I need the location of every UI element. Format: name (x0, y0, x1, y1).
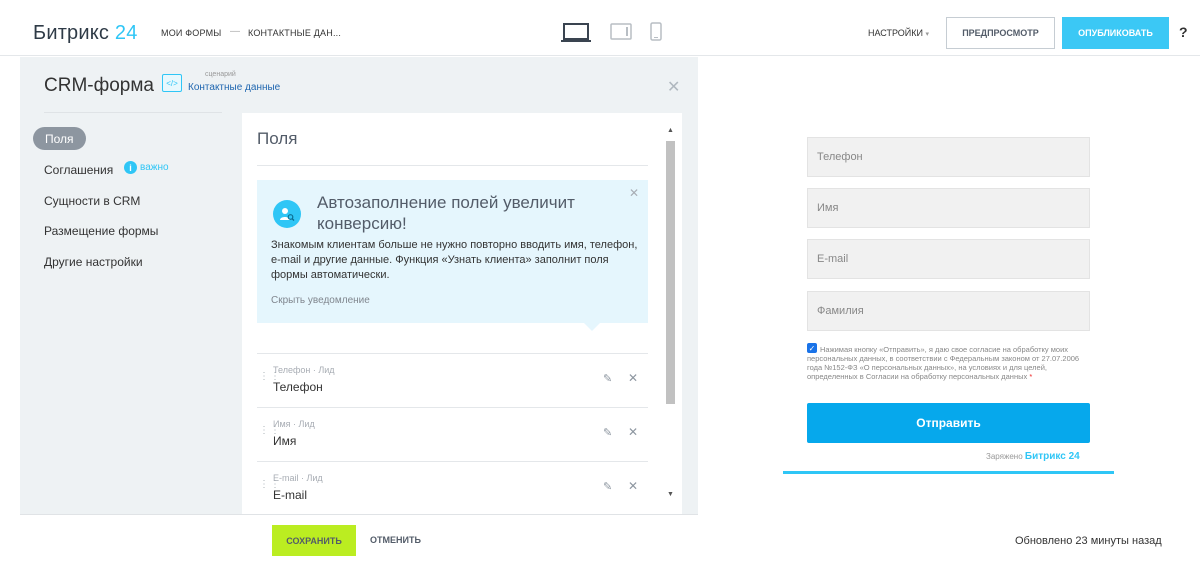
delete-icon[interactable]: ✕ (628, 425, 638, 439)
divider (44, 112, 222, 113)
field-name: Имя (273, 434, 297, 448)
logo-text: Битрикс (33, 22, 110, 44)
bitrix24-logo[interactable]: Битрикс 24 (33, 22, 138, 45)
crm-form-panel: CRM-форма </> сценарий Контактные данные… (20, 57, 698, 514)
panel-title: CRM-форма (44, 75, 154, 96)
preview-button[interactable]: ПРЕДПРОСМОТР (946, 17, 1055, 49)
nav-item-other-settings[interactable]: Другие настройки (44, 255, 143, 269)
delete-icon[interactable]: ✕ (628, 479, 638, 493)
fields-title: Поля (257, 129, 298, 148)
publish-button[interactable]: ОПУБЛИКОВАТЬ (1062, 17, 1169, 49)
client-search-icon (273, 200, 301, 228)
breadcrumb-current-form[interactable]: КОНТАКТНЫЕ ДАН... (248, 28, 341, 38)
powered-prefix: Заряжено (986, 452, 1023, 461)
scrollbar[interactable]: ▲ ▼ (664, 127, 678, 505)
field-meta: Телефон · Лид (273, 365, 335, 375)
settings-dropdown[interactable]: НАСТРОЙКИ ▾ (868, 28, 929, 38)
edit-icon[interactable]: ✎ (603, 372, 612, 385)
delete-icon[interactable]: ✕ (628, 371, 638, 385)
close-icon[interactable]: ✕ (667, 77, 680, 97)
settings-label: НАСТРОЙКИ (868, 28, 923, 38)
scroll-up-icon[interactable]: ▲ (667, 127, 674, 134)
scenario-caption: сценарий (205, 71, 236, 78)
save-button[interactable]: СОХРАНИТЬ (272, 525, 356, 556)
preview-underline (783, 471, 1114, 474)
edit-icon[interactable]: ✎ (603, 480, 612, 493)
field-row-phone[interactable]: ⋮⋮ Телефон · Лид Телефон ✎ ✕ (257, 353, 648, 407)
nav-item-crm-entities[interactable]: Сущности в CRM (44, 194, 140, 208)
chevron-down-icon: ▾ (925, 31, 930, 38)
scrollbar-thumb[interactable] (666, 141, 675, 404)
powered-brand: Битрикс 24 (1024, 451, 1080, 462)
autofill-notice: ✕ Автозаполнение полей увеличит конверси… (257, 180, 648, 323)
field-meta: Имя · Лид (273, 419, 315, 429)
updated-status: Обновлено 23 минуты назад (1015, 535, 1162, 547)
consent-body: Нажимая кнопку «Отправить», я даю свое с… (807, 345, 1080, 381)
tablet-view-icon[interactable] (610, 23, 632, 41)
field-row-email[interactable]: ⋮⋮ E-mail · Лид E-mail ✎ ✕ (257, 461, 648, 514)
cancel-button[interactable]: ОТМЕНИТЬ (370, 535, 421, 545)
preview-name-input[interactable]: Имя (807, 188, 1090, 228)
field-meta: E-mail · Лид (273, 473, 323, 483)
help-button[interactable]: ? (1179, 24, 1188, 40)
important-badge: важно (140, 162, 169, 173)
consent-text: Нажимая кнопку «Отправить», я даю свое с… (807, 345, 1090, 381)
mobile-view-icon[interactable] (650, 22, 662, 42)
consent-checkbox[interactable]: ✓ (807, 343, 817, 353)
breadcrumb-separator: — (230, 26, 240, 37)
field-name: Телефон (273, 380, 323, 394)
submit-button[interactable]: Отправить (807, 403, 1090, 443)
breadcrumb-my-forms[interactable]: МОИ ФОРМЫ (161, 28, 221, 38)
field-row-name[interactable]: ⋮⋮ Имя · Лид Имя ✎ ✕ (257, 407, 648, 461)
nav-item-agreements[interactable]: Соглашения (44, 163, 113, 177)
notice-close-icon[interactable]: ✕ (629, 186, 639, 200)
hide-notice-link[interactable]: Скрыть уведомление (271, 295, 370, 306)
required-mark: * (1029, 372, 1033, 381)
fields-card: Поля ✕ Автозаполнение полей увеличит кон… (242, 113, 682, 514)
divider (257, 165, 648, 166)
scenario-link[interactable]: Контактные данные (188, 82, 280, 93)
nav-item-form-placement[interactable]: Размещение формы (44, 224, 158, 238)
preview-lastname-input[interactable]: Фамилия (807, 291, 1090, 331)
desktop-view-icon[interactable] (561, 22, 591, 44)
notice-text: Знакомым клиентам больше не нужно повтор… (271, 239, 638, 281)
logo-number: 24 (114, 22, 138, 44)
code-icon: </> (162, 74, 182, 92)
powered-by[interactable]: Заряжено Битрикс 24 (986, 451, 1080, 462)
edit-icon[interactable]: ✎ (603, 426, 612, 439)
bottom-action-bar: СОХРАНИТЬ ОТМЕНИТЬ (20, 514, 698, 571)
preview-email-input[interactable]: E-mail (807, 239, 1090, 279)
notice-pointer (584, 323, 600, 331)
notice-title: Автозаполнение полей увеличит конверсию! (317, 193, 575, 233)
nav-item-fields[interactable]: Поля (33, 127, 86, 150)
field-name: E-mail (273, 488, 308, 502)
info-icon: i (124, 161, 137, 174)
preview-phone-input[interactable]: Телефон (807, 137, 1090, 177)
top-bar: Битрикс 24 МОИ ФОРМЫ — КОНТАКТНЫЕ ДАН...… (0, 10, 1200, 56)
scroll-down-icon[interactable]: ▼ (667, 491, 674, 498)
